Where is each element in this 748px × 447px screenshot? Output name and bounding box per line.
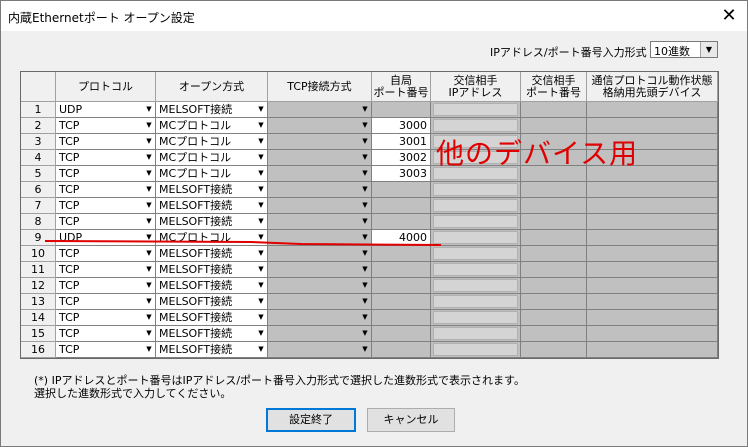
red-underline [44, 240, 442, 246]
annotation-text: 他のデバイス用 [436, 137, 639, 170]
open-settings-dialog: 内蔵Ethernetポート オープン設定 ✕ IPアドレス/ポート番号入力形式 … [0, 0, 748, 447]
annotation-overlay [44, 240, 442, 246]
